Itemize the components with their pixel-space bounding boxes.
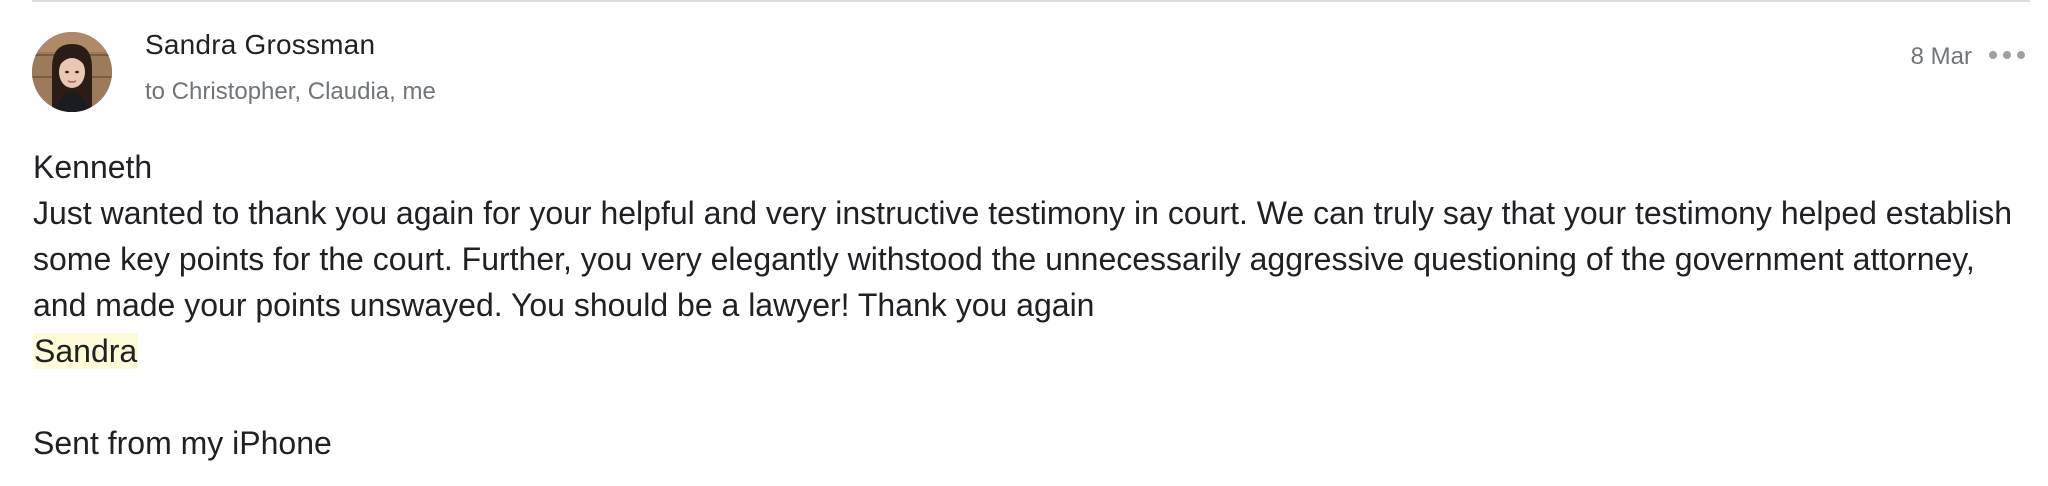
avatar-portrait-icon [32,32,112,112]
message-body: Kenneth Just wanted to thank you again f… [33,144,2023,466]
more-options-button[interactable] [1989,48,2025,62]
message-date: 8 Mar [1910,43,1972,70]
sender-name[interactable]: Sandra Grossman [145,29,375,61]
top-divider [32,0,2030,2]
recipients-summary[interactable]: to Christopher, Claudia, me [145,78,436,106]
more-horizontal-icon-dot [2017,51,2025,59]
message-signature: Sandra [33,333,139,369]
message-paragraph: Just wanted to thank you again for your … [33,195,2013,323]
message-greeting: Kenneth [33,149,153,185]
message-footer: Sent from my iPhone [33,425,332,461]
more-horizontal-icon-dot [2003,51,2011,59]
more-horizontal-icon [1989,51,1997,59]
sender-avatar[interactable] [32,32,112,112]
message-signature-line: Sandra [33,328,2023,374]
